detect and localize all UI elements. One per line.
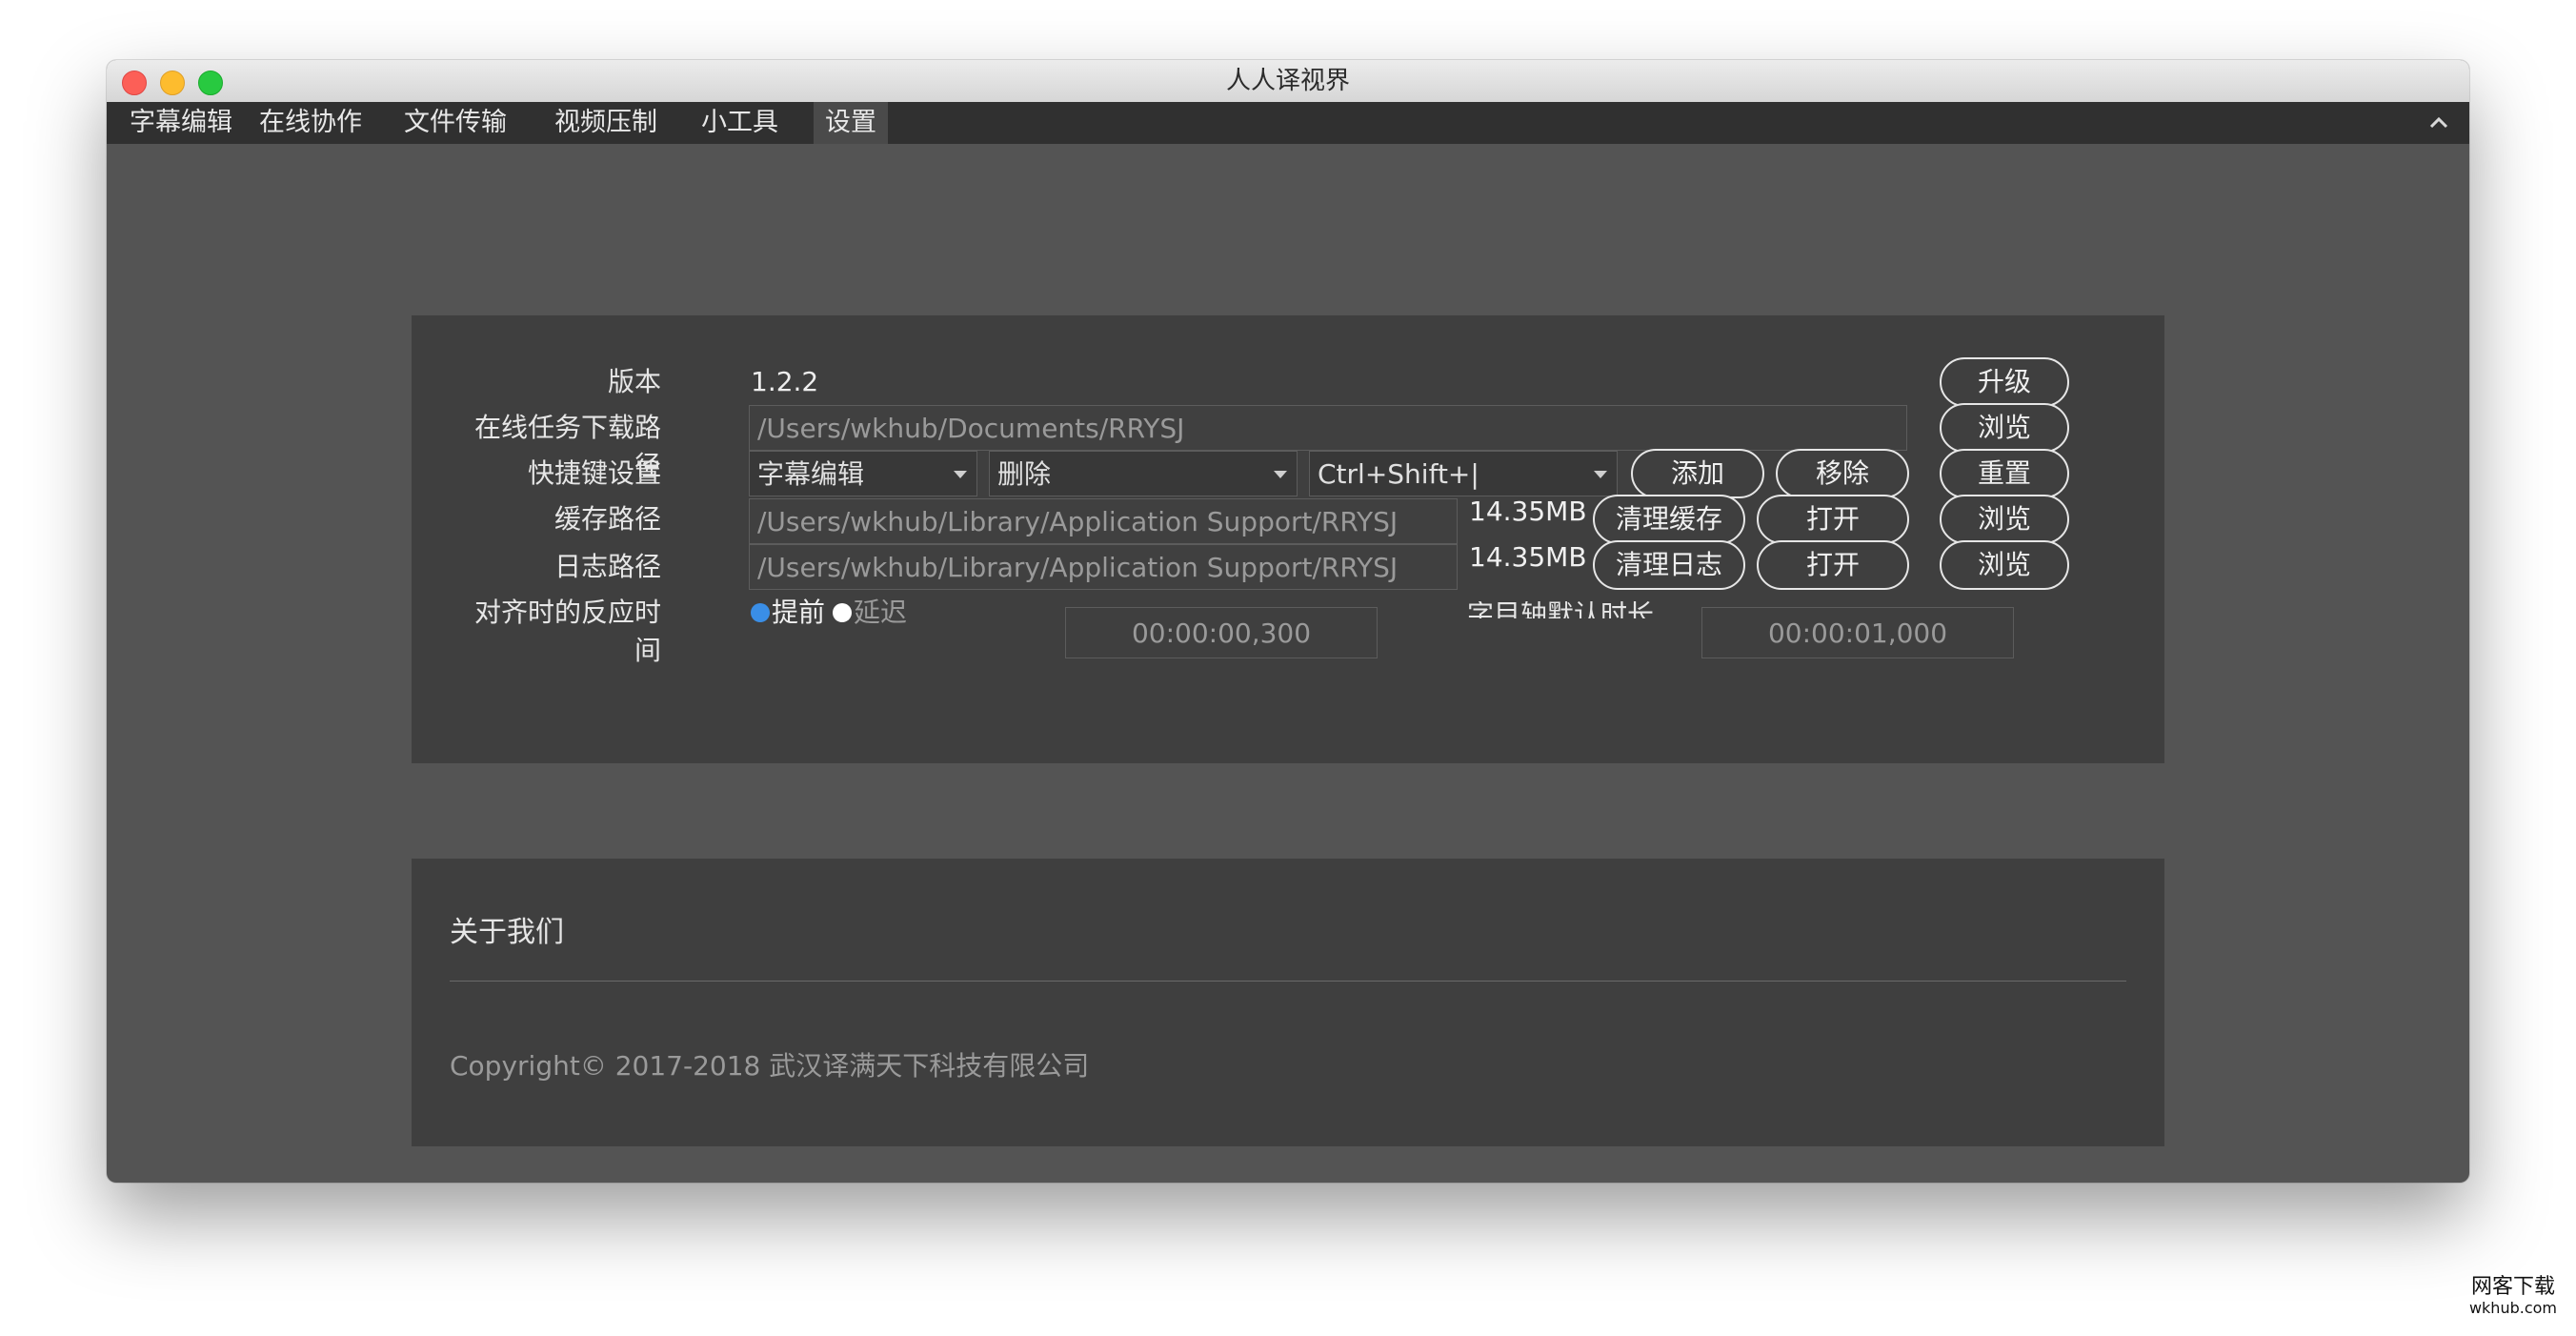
- log-size-value: 14.35MB: [1469, 541, 1587, 573]
- align-time-label: 对齐时的反应时间: [473, 597, 661, 666]
- shortcut-remove-button[interactable]: 移除: [1776, 449, 1909, 498]
- watermark-line1: 网客下载: [2470, 1275, 2555, 1299]
- chevron-up-icon[interactable]: [2425, 110, 2452, 136]
- window-title: 人人译视界: [1225, 67, 1350, 95]
- menu-video-encode[interactable]: 视频压制: [543, 102, 669, 144]
- menu-tools[interactable]: 小工具: [690, 102, 790, 144]
- default-duration-input[interactable]: 00:00:01,000: [1701, 607, 2014, 658]
- shortcut-module-select[interactable]: 字幕编辑: [749, 451, 977, 496]
- open-cache-button[interactable]: 打开: [1757, 495, 1909, 544]
- shortcut-add-button[interactable]: 添加: [1631, 449, 1764, 498]
- title-bar: 人人译视界: [107, 60, 2469, 103]
- shortcut-reset-button[interactable]: 重置: [1940, 449, 2069, 498]
- log-path-label: 日志路径: [553, 551, 661, 582]
- radio-before[interactable]: [751, 603, 770, 622]
- about-title: 关于我们: [450, 916, 564, 949]
- watermark: 网客下载 wkhub.com: [2469, 1277, 2557, 1319]
- radio-delay-label[interactable]: 延迟: [854, 594, 907, 632]
- download-path-label: 在线任务下载路径: [473, 412, 661, 481]
- log-path-field[interactable]: /Users/wkhub/Library/Application Support…: [749, 544, 1458, 590]
- menu-settings[interactable]: 设置: [814, 102, 888, 144]
- watermark-line2: wkhub.com: [2468, 1299, 2557, 1317]
- radio-before-label[interactable]: 提前: [772, 594, 825, 632]
- menu-file-transfer[interactable]: 文件传输: [392, 102, 518, 144]
- shortcut-action-select[interactable]: 删除: [989, 451, 1298, 496]
- version-value: 1.2.2: [751, 366, 819, 397]
- shortcut-label: 快捷键设置: [527, 457, 661, 489]
- cache-browse-button[interactable]: 浏览: [1940, 495, 2069, 544]
- cache-path-label: 缓存路径: [553, 503, 661, 535]
- menu-bar: 字幕编辑 在线协作 文件传输 视频压制 小工具 设置: [107, 102, 2469, 144]
- clear-cache-button[interactable]: 清理缓存: [1593, 495, 1745, 544]
- dropdown-caret-icon: [1274, 471, 1287, 478]
- dropdown-caret-icon: [1594, 471, 1607, 478]
- cache-path-field[interactable]: /Users/wkhub/Library/Application Support…: [749, 498, 1458, 544]
- shortcut-keys-value: Ctrl+Shift+|: [1318, 458, 1479, 490]
- upgrade-button[interactable]: 升级: [1940, 357, 2069, 407]
- copyright-text: Copyright© 2017-2018 武汉译满天下科技有限公司: [450, 1050, 1090, 1082]
- download-path-field[interactable]: /Users/wkhub/Documents/RRYSJ: [749, 405, 1907, 451]
- about-panel: 关于我们 Copyright© 2017-2018 武汉译满天下科技有限公司: [412, 859, 2164, 1146]
- cache-size-value: 14.35MB: [1469, 496, 1587, 527]
- menu-subtitle-edit[interactable]: 字幕编辑: [118, 102, 244, 144]
- dropdown-caret-icon: [954, 471, 967, 478]
- download-browse-button[interactable]: 浏览: [1940, 403, 2069, 453]
- shortcut-module-value: 字幕编辑: [757, 458, 865, 490]
- clear-log-button[interactable]: 清理日志: [1593, 540, 1745, 590]
- about-divider: [450, 981, 2126, 982]
- shortcut-action-value: 删除: [997, 458, 1052, 490]
- align-time-input[interactable]: 00:00:00,300: [1065, 607, 1378, 658]
- version-label: 版本: [607, 366, 661, 397]
- radio-delay[interactable]: [833, 603, 852, 622]
- default-duration-label: 字目轴默认时长: [1467, 601, 1655, 618]
- log-browse-button[interactable]: 浏览: [1940, 540, 2069, 590]
- settings-panel: 版本 1.2.2 升级 在线任务下载路径 /Users/wkhub/Docume…: [412, 315, 2164, 763]
- menu-online-collab[interactable]: 在线协作: [248, 102, 373, 144]
- app-window: 人人译视界 字幕编辑 在线协作 文件传输 视频压制 小工具 设置 版本 1.2.…: [107, 60, 2469, 1183]
- open-log-button[interactable]: 打开: [1757, 540, 1909, 590]
- shortcut-keys-select[interactable]: Ctrl+Shift+|: [1309, 451, 1618, 496]
